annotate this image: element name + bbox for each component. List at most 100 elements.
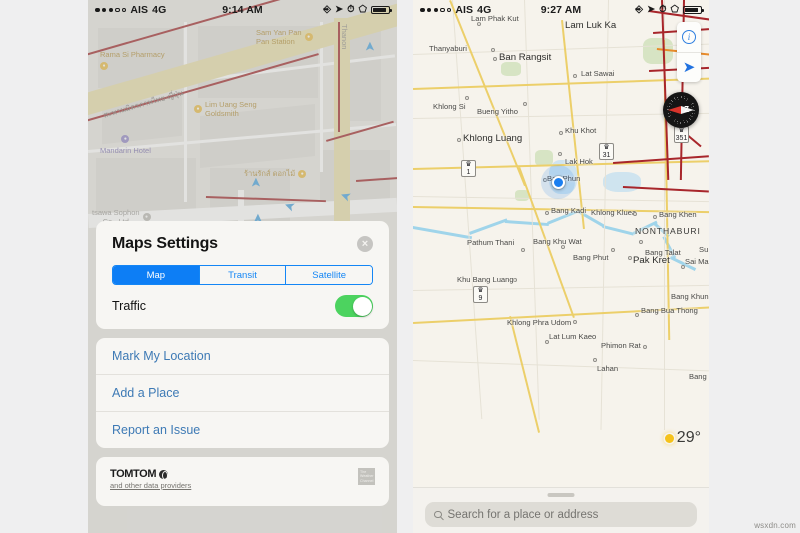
map-label: Lat Lum Kaeo <box>549 332 597 341</box>
left-phone-screenshot: ➤ ➤ ➤ ➤ ➤ Rama Si Pharmacy ♦ Sam Yan Pan… <box>88 0 397 533</box>
bluetooth-icon: ⬠ <box>670 4 679 16</box>
map-label: Su <box>699 245 709 254</box>
attribution-card: TOMTOM and other data providers The Weat… <box>96 457 389 506</box>
info-button[interactable]: i <box>677 22 701 52</box>
crown-icon: ♛ <box>603 144 610 152</box>
map-label: Lahan <box>597 364 619 373</box>
search-sheet: Search for a place or address <box>413 487 709 533</box>
sheet-grabber[interactable] <box>547 493 575 497</box>
map-label: Bang Bua Thong <box>641 306 698 315</box>
globe-icon <box>159 469 169 480</box>
right-map-canvas[interactable]: Lam Phak Kut Lam Luk Ka Thanyaburi Ban R… <box>413 0 709 533</box>
highway-shield-1[interactable]: ♛ 1 <box>461 160 476 177</box>
map-label: Bang <box>689 372 707 381</box>
bluetooth-icon: ⬠ <box>358 4 367 16</box>
weather-channel-badge: The Weather Channel <box>358 468 375 485</box>
map-label: Lam Luk Ka <box>565 20 617 31</box>
report-an-issue-link[interactable]: Report an Issue <box>96 412 389 448</box>
shield-number: 9 <box>478 294 483 302</box>
highway-shield-31[interactable]: ♛ 31 <box>599 143 614 160</box>
crown-icon: ♛ <box>678 127 685 135</box>
rotation-lock-icon: ⎆ <box>323 4 332 16</box>
left-status-bar: AIS 4G 9:14 AM ⎆ ➤ ⏱ ⬠ <box>88 0 397 20</box>
toggle-knob <box>352 296 372 316</box>
status-right-icons: ⎆ ➤ ⏱ ⬠ <box>323 4 392 16</box>
mark-my-location-link[interactable]: Mark My Location <box>96 338 389 375</box>
tomtom-wordmark: TOMTOM <box>110 468 157 480</box>
map-label: Lat Sawai <box>581 69 615 78</box>
map-label: Bang Khu Wat <box>533 237 582 246</box>
settings-header: Maps Settings × <box>96 221 389 257</box>
map-label: Sai Ma <box>685 257 709 266</box>
shield-number: 31 <box>602 151 611 159</box>
page-title: Maps Settings <box>112 235 218 252</box>
close-icon[interactable]: × <box>357 236 373 252</box>
map-controls: i ➤ <box>677 22 701 82</box>
map-label: Lak Hok <box>565 157 593 166</box>
add-a-place-link[interactable]: Add a Place <box>96 375 389 412</box>
map-label: Phimon Rat <box>601 341 641 350</box>
tomtom-logo: TOMTOM <box>110 468 191 480</box>
sun-icon <box>664 433 674 443</box>
map-label: Bueng Yitho <box>477 107 518 116</box>
weather-temperature[interactable]: 29° <box>664 429 701 447</box>
shield-number: 351 <box>675 134 688 142</box>
alarm-icon: ⏱ <box>659 4 667 16</box>
location-arrow-icon: ➤ <box>647 4 656 16</box>
compass-north-label: Z <box>684 105 689 114</box>
watermark: wsxdn.com <box>754 521 796 530</box>
segment-transit[interactable]: Transit <box>199 266 287 284</box>
status-right-icons: ⎆ ➤ ⏱ ⬠ <box>635 4 704 16</box>
map-label: Khlong Kluea <box>591 208 637 217</box>
shield-number: 1 <box>466 168 471 176</box>
traffic-row: Traffic <box>96 285 389 329</box>
segment-satellite[interactable]: Satellite <box>286 266 372 284</box>
settings-main-card: Maps Settings × Map Transit Satellite Tr… <box>96 221 389 329</box>
map-label: Khu Khot <box>565 126 597 135</box>
screenshot-stage: ➤ ➤ ➤ ➤ ➤ Rama Si Pharmacy ♦ Sam Yan Pan… <box>0 0 800 533</box>
map-label: Bang Kadi <box>551 206 587 215</box>
map-label: Khlong Luang <box>463 133 523 144</box>
highway-shield-351[interactable]: ♛ 351 <box>674 126 689 143</box>
search-icon <box>434 510 442 519</box>
highway-shield-9[interactable]: ♛ 9 <box>473 286 488 303</box>
location-arrow-icon: ➤ <box>335 4 344 16</box>
maps-settings-sheet: Maps Settings × Map Transit Satellite Tr… <box>88 221 397 533</box>
map-label: Khlong Si <box>433 102 466 111</box>
map-label: Pathum Thani <box>467 238 515 247</box>
sheet-bottom-padding <box>88 515 397 533</box>
map-label: Khlong Phra Udom <box>507 318 572 327</box>
alarm-icon: ⏱ <box>347 4 355 16</box>
search-placeholder: Search for a place or address <box>447 508 599 521</box>
temperature-value: 29° <box>676 429 701 446</box>
compass-control[interactable]: Z <box>663 92 699 128</box>
other-data-providers-link[interactable]: and other data providers <box>110 481 191 490</box>
info-icon: i <box>682 30 696 44</box>
map-label: Pak Kret <box>633 255 670 266</box>
map-label: Thanyaburi <box>429 44 467 53</box>
locate-me-button[interactable]: ➤ <box>677 52 701 82</box>
search-input[interactable]: Search for a place or address <box>425 502 697 527</box>
traffic-toggle[interactable] <box>335 295 373 317</box>
right-status-bar: AIS 4G 9:27 AM ⎆ ➤ ⏱ ⬠ <box>413 0 709 20</box>
map-label-city: NONTHABURI <box>635 226 701 236</box>
crown-icon: ♛ <box>477 287 484 295</box>
map-label: Bang Phut <box>573 253 609 262</box>
right-phone-screenshot: Lam Phak Kut Lam Luk Ka Thanyaburi Ban R… <box>413 0 709 533</box>
attribution-row: TOMTOM and other data providers The Weat… <box>96 457 389 506</box>
tomtom-attribution: TOMTOM and other data providers <box>110 468 191 490</box>
map-label: Khu Bang Luang <box>457 275 514 284</box>
map-label: Ban Rangsit <box>499 52 552 63</box>
settings-links-card: Mark My Location Add a Place Report an I… <box>96 338 389 448</box>
crown-icon: ♛ <box>465 161 472 169</box>
map-label: Bang Khun <box>671 292 709 301</box>
compass-needle-red <box>668 106 681 114</box>
battery-icon <box>371 5 392 15</box>
location-arrow-icon: ➤ <box>682 59 696 76</box>
segment-map[interactable]: Map <box>113 266 200 284</box>
user-location-dot <box>552 176 565 189</box>
traffic-label: Traffic <box>112 299 147 313</box>
map-type-segmented-control[interactable]: Map Transit Satellite <box>112 265 373 285</box>
map-label: Bang Khen <box>659 210 697 219</box>
rotation-lock-icon: ⎆ <box>635 4 644 16</box>
